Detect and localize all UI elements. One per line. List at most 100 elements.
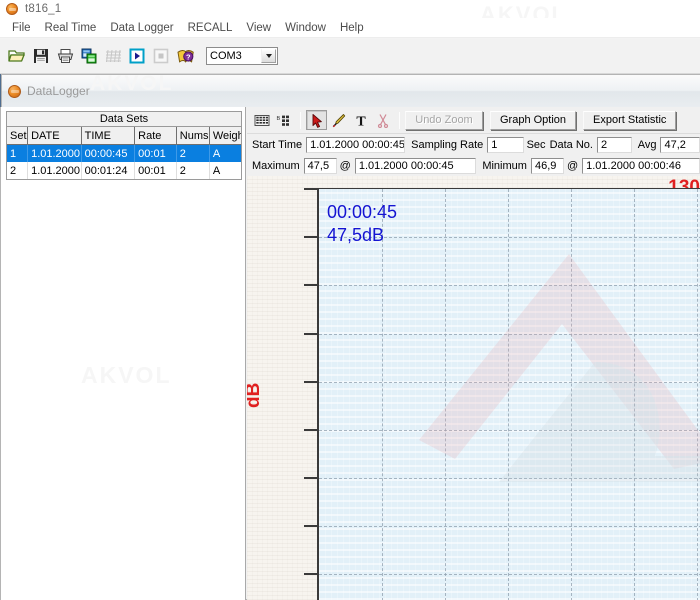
stop-icon xyxy=(150,45,172,67)
sampling-rate-unit: Sec xyxy=(526,138,546,151)
com-port-select[interactable]: COM3 xyxy=(206,47,278,65)
svg-text:?: ? xyxy=(186,53,191,62)
window-titlebar: t816_1 xyxy=(0,0,700,18)
column-header-set[interactable]: Set xyxy=(7,127,29,144)
y-tick-mark xyxy=(304,188,317,190)
mdi-client-area: DataLogger AKVOL Data Sets Set DATE TIME… xyxy=(0,72,700,600)
y-tick-mark xyxy=(304,284,317,287)
column-header-time[interactable]: TIME xyxy=(81,127,136,144)
toolbar-separator xyxy=(300,111,301,129)
cut-scissors-icon[interactable] xyxy=(372,110,393,130)
y-tick-mark xyxy=(304,525,317,528)
cell-rate: 00:01 xyxy=(135,162,177,179)
menu-view[interactable]: View xyxy=(239,20,278,36)
sampling-rate-label: Sampling Rate xyxy=(411,138,484,151)
print-icon[interactable] xyxy=(54,45,76,67)
play-start-icon[interactable] xyxy=(126,45,148,67)
undo-zoom-button: Undo Zoom xyxy=(405,110,483,130)
marker-pen-icon[interactable] xyxy=(328,110,349,130)
gridline-horizontal xyxy=(319,478,700,480)
menu-file[interactable]: File xyxy=(5,20,38,36)
menu-window[interactable]: Window xyxy=(278,20,333,36)
show-list-icon[interactable]: B xyxy=(273,110,294,130)
column-header-date[interactable]: DATE xyxy=(28,127,82,144)
svg-text:B: B xyxy=(277,116,281,122)
menu-recall[interactable]: RECALL xyxy=(181,20,240,36)
stats-row-minmax: Maximum 47,5 @ 1.01.2000 00:00:45 Minimu… xyxy=(247,155,700,176)
column-header-nums[interactable]: Nums xyxy=(176,127,210,144)
show-table-icon[interactable] xyxy=(251,110,272,130)
table-row[interactable]: 1 1.01.2000 00:00:45 00:01 2 A xyxy=(7,145,241,162)
cell-nums: 2 xyxy=(177,162,210,179)
data-no-field[interactable]: 2 xyxy=(596,136,632,153)
table-grid-icon xyxy=(102,45,124,67)
avg-field[interactable]: 47,2 xyxy=(660,136,700,153)
com-port-value: COM3 xyxy=(210,50,242,62)
gridline-horizontal xyxy=(319,526,700,528)
sound-level-chart[interactable]: dB 1301201101009080706050 xyxy=(247,176,700,600)
avg-label: Avg xyxy=(637,138,657,151)
toolbar-separator xyxy=(399,111,400,129)
y-tick-mark xyxy=(304,573,317,576)
y-tick-mark xyxy=(304,380,317,383)
maximum-field[interactable]: 47,5 xyxy=(303,157,337,174)
y-tick-mark xyxy=(304,477,317,480)
text-tool-icon[interactable]: T xyxy=(350,110,371,130)
maximum-at-symbol: @ xyxy=(339,159,351,172)
column-header-weighting[interactable]: Weighti xyxy=(209,127,241,144)
menu-data-logger[interactable]: Data Logger xyxy=(103,20,180,36)
column-header-rate[interactable]: Rate xyxy=(135,127,177,144)
maximum-timestamp-field[interactable]: 1.01.2000 00:00:45 xyxy=(354,157,477,174)
menu-help[interactable]: Help xyxy=(333,20,371,36)
datalogger-icon xyxy=(8,84,21,98)
data-sets-caption: Data Sets xyxy=(7,112,241,127)
save-file-icon[interactable] xyxy=(30,45,52,67)
graph-toolbar: B T Undo Zoom Graph Option Export Statis… xyxy=(247,107,700,134)
minimum-at-symbol: @ xyxy=(566,159,579,172)
svg-text:T: T xyxy=(356,114,366,127)
cell-time: 00:00:45 xyxy=(82,145,136,162)
open-file-icon[interactable] xyxy=(6,45,28,67)
start-time-label: Start Time xyxy=(252,138,303,151)
stats-row-primary: Start Time 1.01.2000 00:00:45 Sampling R… xyxy=(247,134,700,155)
maximum-label: Maximum xyxy=(252,159,300,172)
pointer-arrow-icon[interactable] xyxy=(306,110,327,130)
cell-set: 2 xyxy=(7,162,29,179)
gridline-horizontal xyxy=(319,574,700,576)
minimum-timestamp-field[interactable]: 1.01.2000 00:00:46 xyxy=(582,157,700,174)
minimum-label: Minimum xyxy=(482,159,527,172)
start-time-field[interactable]: 1.01.2000 00:00:45 xyxy=(306,136,406,153)
table-row[interactable]: 2 1.01.2000 00:01:24 00:01 2 A xyxy=(7,162,241,179)
main-toolbar: ? COM3 xyxy=(0,39,700,74)
y-tick-mark xyxy=(304,428,317,431)
gridline-horizontal xyxy=(319,429,700,431)
menu-real-time[interactable]: Real Time xyxy=(38,20,104,36)
annotation-time: 00:00:45 xyxy=(327,202,398,222)
brand-watermark-child: AKVOL xyxy=(90,72,174,95)
help-book-icon[interactable]: ? xyxy=(174,45,196,67)
gridline-horizontal xyxy=(319,285,700,287)
sampling-rate-field[interactable]: 1 xyxy=(487,136,524,153)
application-window: t816_1 AKVOL File Real Time Data Logger … xyxy=(0,0,700,600)
cell-rate: 00:01 xyxy=(135,145,177,162)
graph-pane: B T Undo Zoom Graph Option Export Statis… xyxy=(247,107,700,600)
plot-paper-texture xyxy=(319,189,700,600)
data-sets-grid[interactable]: Data Sets Set DATE TIME Rate Nums Weight… xyxy=(6,111,242,180)
gridline-vertical xyxy=(445,189,446,600)
graph-option-button[interactable]: Graph Option xyxy=(490,110,577,130)
minimum-field[interactable]: 46,9 xyxy=(530,157,564,174)
export-statistic-button[interactable]: Export Statistic xyxy=(583,110,677,130)
cell-date: 1.01.2000 xyxy=(28,145,82,162)
cell-nums: 2 xyxy=(177,145,210,162)
cell-weighting: A xyxy=(212,147,221,160)
chevron-down-icon[interactable] xyxy=(261,49,276,63)
annotation-value: 47,5dB xyxy=(327,225,385,246)
gridline-vertical xyxy=(634,189,635,600)
app-icon xyxy=(6,3,18,15)
copy-to-clipboard-icon[interactable] xyxy=(78,45,100,67)
gridline-vertical xyxy=(697,189,698,600)
plot-area[interactable]: 00:00:45 47,5dB xyxy=(317,188,700,600)
datalogger-titlebar: DataLogger AKVOL xyxy=(1,72,700,107)
brand-watermark-left: AKVOL xyxy=(81,362,172,388)
y-tick-mark xyxy=(304,332,317,335)
